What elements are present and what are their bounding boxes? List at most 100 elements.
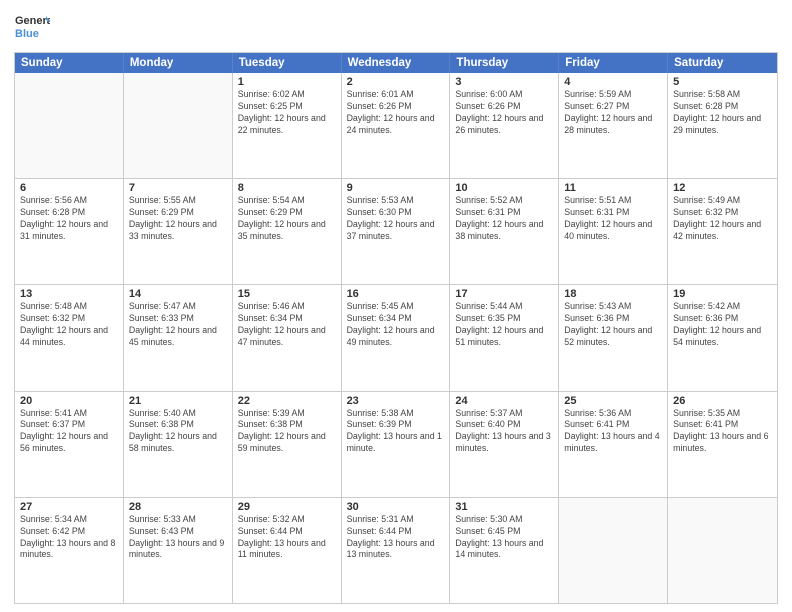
day-number: 4 bbox=[564, 76, 662, 88]
header-day-wednesday: Wednesday bbox=[342, 53, 451, 73]
svg-text:General: General bbox=[15, 15, 50, 27]
header: General Blue bbox=[14, 10, 778, 46]
day-9: 9Sunrise: 5:53 AMSunset: 6:30 PMDaylight… bbox=[342, 179, 451, 284]
svg-text:Blue: Blue bbox=[15, 28, 39, 40]
logo: General Blue bbox=[14, 10, 50, 46]
logo-svg: General Blue bbox=[14, 10, 50, 46]
cell-info: Sunrise: 5:38 AMSunset: 6:39 PMDaylight:… bbox=[347, 408, 445, 456]
day-3: 3Sunrise: 6:00 AMSunset: 6:26 PMDaylight… bbox=[450, 73, 559, 178]
header-day-thursday: Thursday bbox=[450, 53, 559, 73]
cell-info: Sunrise: 5:47 AMSunset: 6:33 PMDaylight:… bbox=[129, 301, 227, 349]
day-16: 16Sunrise: 5:45 AMSunset: 6:34 PMDayligh… bbox=[342, 285, 451, 390]
day-number: 10 bbox=[455, 182, 553, 194]
cell-info: Sunrise: 5:37 AMSunset: 6:40 PMDaylight:… bbox=[455, 408, 553, 456]
calendar-header: SundayMondayTuesdayWednesdayThursdayFrid… bbox=[15, 53, 777, 73]
day-8: 8Sunrise: 5:54 AMSunset: 6:29 PMDaylight… bbox=[233, 179, 342, 284]
cell-info: Sunrise: 6:00 AMSunset: 6:26 PMDaylight:… bbox=[455, 89, 553, 137]
header-day-saturday: Saturday bbox=[668, 53, 777, 73]
day-number: 7 bbox=[129, 182, 227, 194]
day-number: 26 bbox=[673, 395, 772, 407]
day-2: 2Sunrise: 6:01 AMSunset: 6:26 PMDaylight… bbox=[342, 73, 451, 178]
day-number: 22 bbox=[238, 395, 336, 407]
day-number: 1 bbox=[238, 76, 336, 88]
day-number: 3 bbox=[455, 76, 553, 88]
day-number: 28 bbox=[129, 501, 227, 513]
day-31: 31Sunrise: 5:30 AMSunset: 6:45 PMDayligh… bbox=[450, 498, 559, 603]
day-6: 6Sunrise: 5:56 AMSunset: 6:28 PMDaylight… bbox=[15, 179, 124, 284]
day-number: 29 bbox=[238, 501, 336, 513]
cell-info: Sunrise: 5:34 AMSunset: 6:42 PMDaylight:… bbox=[20, 514, 118, 562]
empty-cell-0-1 bbox=[124, 73, 233, 178]
cell-info: Sunrise: 5:35 AMSunset: 6:41 PMDaylight:… bbox=[673, 408, 772, 456]
day-number: 20 bbox=[20, 395, 118, 407]
day-number: 13 bbox=[20, 288, 118, 300]
cell-info: Sunrise: 5:54 AMSunset: 6:29 PMDaylight:… bbox=[238, 195, 336, 243]
day-30: 30Sunrise: 5:31 AMSunset: 6:44 PMDayligh… bbox=[342, 498, 451, 603]
day-number: 2 bbox=[347, 76, 445, 88]
cell-info: Sunrise: 5:42 AMSunset: 6:36 PMDaylight:… bbox=[673, 301, 772, 349]
cell-info: Sunrise: 5:40 AMSunset: 6:38 PMDaylight:… bbox=[129, 408, 227, 456]
day-number: 25 bbox=[564, 395, 662, 407]
day-number: 9 bbox=[347, 182, 445, 194]
day-12: 12Sunrise: 5:49 AMSunset: 6:32 PMDayligh… bbox=[668, 179, 777, 284]
week-row-2: 6Sunrise: 5:56 AMSunset: 6:28 PMDaylight… bbox=[15, 178, 777, 284]
empty-cell-0-0 bbox=[15, 73, 124, 178]
cell-info: Sunrise: 5:44 AMSunset: 6:35 PMDaylight:… bbox=[455, 301, 553, 349]
day-number: 5 bbox=[673, 76, 772, 88]
cell-info: Sunrise: 6:02 AMSunset: 6:25 PMDaylight:… bbox=[238, 89, 336, 137]
week-row-5: 27Sunrise: 5:34 AMSunset: 6:42 PMDayligh… bbox=[15, 497, 777, 603]
day-26: 26Sunrise: 5:35 AMSunset: 6:41 PMDayligh… bbox=[668, 392, 777, 497]
cell-info: Sunrise: 5:58 AMSunset: 6:28 PMDaylight:… bbox=[673, 89, 772, 137]
header-day-sunday: Sunday bbox=[15, 53, 124, 73]
day-number: 21 bbox=[129, 395, 227, 407]
week-row-4: 20Sunrise: 5:41 AMSunset: 6:37 PMDayligh… bbox=[15, 391, 777, 497]
empty-cell-4-5 bbox=[559, 498, 668, 603]
day-7: 7Sunrise: 5:55 AMSunset: 6:29 PMDaylight… bbox=[124, 179, 233, 284]
day-23: 23Sunrise: 5:38 AMSunset: 6:39 PMDayligh… bbox=[342, 392, 451, 497]
day-number: 30 bbox=[347, 501, 445, 513]
header-day-tuesday: Tuesday bbox=[233, 53, 342, 73]
day-number: 14 bbox=[129, 288, 227, 300]
cell-info: Sunrise: 5:56 AMSunset: 6:28 PMDaylight:… bbox=[20, 195, 118, 243]
day-number: 24 bbox=[455, 395, 553, 407]
cell-info: Sunrise: 5:46 AMSunset: 6:34 PMDaylight:… bbox=[238, 301, 336, 349]
cell-info: Sunrise: 5:31 AMSunset: 6:44 PMDaylight:… bbox=[347, 514, 445, 562]
cell-info: Sunrise: 5:49 AMSunset: 6:32 PMDaylight:… bbox=[673, 195, 772, 243]
cell-info: Sunrise: 5:39 AMSunset: 6:38 PMDaylight:… bbox=[238, 408, 336, 456]
week-row-1: 1Sunrise: 6:02 AMSunset: 6:25 PMDaylight… bbox=[15, 73, 777, 178]
day-22: 22Sunrise: 5:39 AMSunset: 6:38 PMDayligh… bbox=[233, 392, 342, 497]
cell-info: Sunrise: 5:41 AMSunset: 6:37 PMDaylight:… bbox=[20, 408, 118, 456]
day-15: 15Sunrise: 5:46 AMSunset: 6:34 PMDayligh… bbox=[233, 285, 342, 390]
day-18: 18Sunrise: 5:43 AMSunset: 6:36 PMDayligh… bbox=[559, 285, 668, 390]
header-day-friday: Friday bbox=[559, 53, 668, 73]
day-17: 17Sunrise: 5:44 AMSunset: 6:35 PMDayligh… bbox=[450, 285, 559, 390]
day-number: 23 bbox=[347, 395, 445, 407]
day-24: 24Sunrise: 5:37 AMSunset: 6:40 PMDayligh… bbox=[450, 392, 559, 497]
day-number: 31 bbox=[455, 501, 553, 513]
day-4: 4Sunrise: 5:59 AMSunset: 6:27 PMDaylight… bbox=[559, 73, 668, 178]
cell-info: Sunrise: 5:32 AMSunset: 6:44 PMDaylight:… bbox=[238, 514, 336, 562]
day-10: 10Sunrise: 5:52 AMSunset: 6:31 PMDayligh… bbox=[450, 179, 559, 284]
cell-info: Sunrise: 5:45 AMSunset: 6:34 PMDaylight:… bbox=[347, 301, 445, 349]
cell-info: Sunrise: 5:36 AMSunset: 6:41 PMDaylight:… bbox=[564, 408, 662, 456]
day-number: 8 bbox=[238, 182, 336, 194]
day-5: 5Sunrise: 5:58 AMSunset: 6:28 PMDaylight… bbox=[668, 73, 777, 178]
calendar: SundayMondayTuesdayWednesdayThursdayFrid… bbox=[14, 52, 778, 604]
day-14: 14Sunrise: 5:47 AMSunset: 6:33 PMDayligh… bbox=[124, 285, 233, 390]
day-29: 29Sunrise: 5:32 AMSunset: 6:44 PMDayligh… bbox=[233, 498, 342, 603]
day-number: 15 bbox=[238, 288, 336, 300]
cell-info: Sunrise: 5:52 AMSunset: 6:31 PMDaylight:… bbox=[455, 195, 553, 243]
day-number: 12 bbox=[673, 182, 772, 194]
day-number: 16 bbox=[347, 288, 445, 300]
day-21: 21Sunrise: 5:40 AMSunset: 6:38 PMDayligh… bbox=[124, 392, 233, 497]
cell-info: Sunrise: 6:01 AMSunset: 6:26 PMDaylight:… bbox=[347, 89, 445, 137]
day-number: 6 bbox=[20, 182, 118, 194]
day-27: 27Sunrise: 5:34 AMSunset: 6:42 PMDayligh… bbox=[15, 498, 124, 603]
day-28: 28Sunrise: 5:33 AMSunset: 6:43 PMDayligh… bbox=[124, 498, 233, 603]
day-number: 27 bbox=[20, 501, 118, 513]
empty-cell-4-6 bbox=[668, 498, 777, 603]
day-number: 11 bbox=[564, 182, 662, 194]
cell-info: Sunrise: 5:53 AMSunset: 6:30 PMDaylight:… bbox=[347, 195, 445, 243]
cell-info: Sunrise: 5:33 AMSunset: 6:43 PMDaylight:… bbox=[129, 514, 227, 562]
day-20: 20Sunrise: 5:41 AMSunset: 6:37 PMDayligh… bbox=[15, 392, 124, 497]
